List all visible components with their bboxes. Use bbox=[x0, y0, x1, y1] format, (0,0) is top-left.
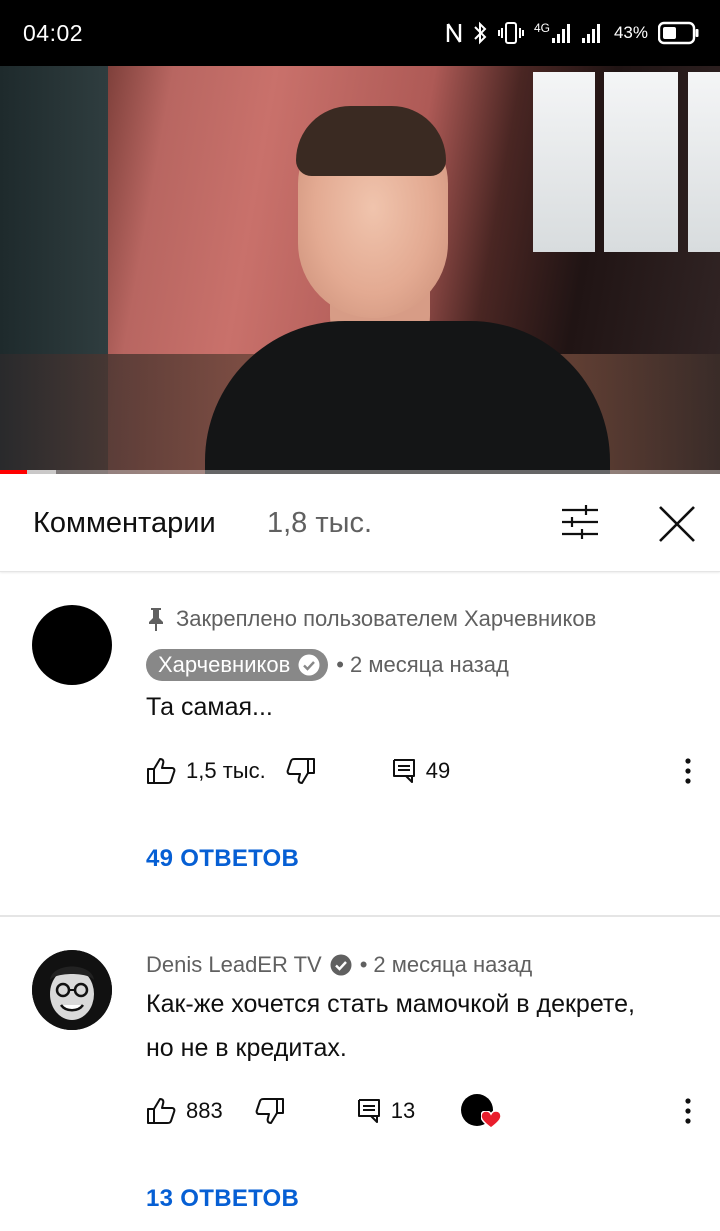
video-person-hair bbox=[296, 106, 446, 176]
reply-button[interactable]: 13 bbox=[357, 1098, 415, 1124]
sort-filter-icon bbox=[562, 505, 598, 539]
battery-icon bbox=[658, 21, 699, 45]
signal-icon bbox=[581, 24, 600, 43]
more-vert-icon bbox=[685, 758, 691, 784]
creator-heart-badge[interactable] bbox=[461, 1094, 502, 1129]
more-options-button[interactable] bbox=[676, 754, 700, 788]
pinned-text: Закреплено пользователем Харчевников bbox=[176, 606, 597, 631]
comment-text: Как-же хочется стать мамочкой в декрете,… bbox=[146, 990, 635, 1062]
video-player[interactable] bbox=[0, 66, 720, 474]
thumbs-up-icon bbox=[147, 1098, 176, 1124]
battery-percent: 43% bbox=[613, 23, 648, 42]
comment-item: Denis LeadER TV • 2 месяца назад Как-же … bbox=[0, 917, 720, 1231]
reply-count: 49 bbox=[425, 758, 451, 783]
close-icon bbox=[659, 506, 695, 542]
reply-button[interactable]: 49 bbox=[392, 758, 450, 784]
reply-comment-icon bbox=[392, 759, 415, 783]
reply-count: 13 bbox=[390, 1098, 416, 1123]
pin-icon bbox=[149, 608, 163, 631]
avatar[interactable] bbox=[32, 605, 112, 685]
comments-title: Комментарии bbox=[33, 507, 216, 539]
comment-meta: Харчевников • 2 месяца назад bbox=[146, 649, 509, 681]
sort-filter-button[interactable] bbox=[556, 502, 604, 542]
comment-item: Закреплено пользователем Харчевников Хар… bbox=[0, 573, 720, 915]
like-button[interactable]: 1,5 тыс. bbox=[146, 757, 266, 785]
like-count: 1,5 тыс. bbox=[186, 758, 266, 783]
comment-time[interactable]: 2 месяца назад bbox=[350, 652, 509, 678]
like-count: 883 bbox=[186, 1098, 223, 1123]
nfc-icon bbox=[446, 23, 462, 43]
comments-count: 1,8 тыс. bbox=[267, 507, 373, 539]
comment-actions: 883 13 bbox=[146, 1094, 502, 1129]
like-button[interactable]: 883 bbox=[146, 1097, 223, 1125]
comment-meta: Denis LeadER TV • 2 месяца назад bbox=[146, 952, 532, 978]
video-person-body bbox=[205, 321, 610, 474]
status-bar: 04:02 4G 43% bbox=[0, 0, 720, 66]
video-scene-window bbox=[604, 72, 678, 252]
status-time: 04:02 bbox=[23, 20, 84, 46]
thumbs-up-icon bbox=[147, 758, 176, 784]
author-name: Харчевников bbox=[158, 652, 291, 677]
view-replies-link[interactable]: 13 ОТВЕТОВ bbox=[146, 1185, 299, 1213]
dislike-button[interactable] bbox=[286, 757, 316, 785]
video-scene-window bbox=[688, 72, 720, 252]
meta-separator: • bbox=[359, 952, 368, 977]
verified-check-icon bbox=[330, 954, 352, 976]
comment-time[interactable]: 2 месяца назад bbox=[373, 952, 532, 978]
video-scene-window bbox=[533, 72, 595, 252]
author-chip[interactable]: Харчевников bbox=[146, 649, 329, 681]
signal-4g-icon: 4G bbox=[534, 22, 572, 44]
avatar[interactable] bbox=[32, 950, 112, 1030]
close-comments-button[interactable] bbox=[655, 502, 699, 546]
comment-actions: 1,5 тыс. 49 bbox=[146, 754, 450, 788]
more-options-button[interactable] bbox=[676, 1094, 700, 1128]
comments-header: Комментарии 1,8 тыс. bbox=[0, 474, 720, 572]
view-replies-link[interactable]: 49 ОТВЕТОВ bbox=[146, 845, 299, 873]
meta-separator: • bbox=[336, 652, 344, 677]
author-name: Denis LeadER TV bbox=[146, 952, 322, 977]
bluetooth-icon bbox=[474, 21, 487, 45]
network-type-label: 4G bbox=[533, 21, 550, 35]
thumbs-down-icon bbox=[255, 1098, 284, 1124]
reply-comment-icon bbox=[357, 1099, 380, 1123]
heart-icon bbox=[481, 1111, 502, 1129]
comment-text: Та самая... bbox=[146, 693, 273, 721]
verified-check-icon bbox=[298, 654, 320, 676]
vibrate-icon bbox=[497, 22, 524, 44]
author-link[interactable]: Denis LeadER TV bbox=[146, 952, 352, 978]
status-icons: 4G 43% bbox=[446, 18, 700, 48]
avatar-face-image bbox=[32, 950, 112, 1030]
thumbs-down-icon bbox=[286, 758, 315, 784]
pinned-label: Закреплено пользователем Харчевников bbox=[146, 606, 596, 632]
more-vert-icon bbox=[685, 1098, 691, 1124]
dislike-button[interactable] bbox=[255, 1097, 285, 1125]
